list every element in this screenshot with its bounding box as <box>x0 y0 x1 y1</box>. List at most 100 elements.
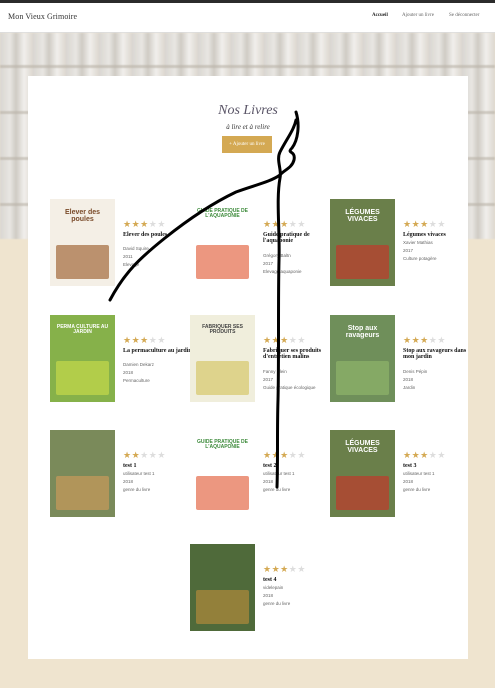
star-icon: ★ <box>263 450 272 460</box>
navbar: Mon Vieux Grimoire Accueil Ajouter un li… <box>0 3 495 33</box>
star-icon: ★ <box>131 219 141 229</box>
book-genre: Elevage <box>123 262 140 267</box>
book-genre: genre du livre <box>263 600 291 606</box>
nav-add-book[interactable]: Ajouter un livre <box>402 13 434 18</box>
star-icon: ★ <box>280 564 289 574</box>
book-card[interactable]: ★★★★★ test 4 videlepain 2018 genre du livre <box>190 544 320 634</box>
book-author: Denis Pépin <box>403 368 428 374</box>
book-genre: genre du livre <box>123 486 151 492</box>
star-icon: ★ <box>157 219 166 229</box>
star-icon: ★ <box>297 450 306 460</box>
star-icon: ★ <box>263 564 272 574</box>
book-genre: Elevage aquaponie <box>263 268 302 274</box>
book-author: Xavier Mathias <box>403 239 433 245</box>
book-title[interactable]: test 3 <box>403 463 473 469</box>
book-author: Damien Dekarz <box>123 362 155 367</box>
star-icon: ★ <box>140 335 149 345</box>
brand-logo[interactable]: Mon Vieux Grimoire <box>8 12 77 21</box>
cover-title: Stop aux ravageurs <box>345 325 380 339</box>
book-author: utilisateur test 1 <box>403 470 435 476</box>
book-card[interactable]: PERMA CULTURE AU JARDIN ★★★★★ La permacult… <box>50 315 192 405</box>
star-icon: ★ <box>280 219 289 229</box>
main-panel: Nos Livres à lire et à relire + Ajouter … <box>28 76 468 659</box>
book-title[interactable]: test 1 <box>123 463 193 469</box>
cover-title: GUIDE PRATIQUE DE L'AQUAPONIE <box>196 439 249 450</box>
cover-title: FABRIQUER SES PRODUITS <box>202 324 243 335</box>
nav-home[interactable]: Accueil <box>372 13 388 18</box>
rating-stars: ★★★★★ <box>403 219 446 230</box>
book-card[interactable]: FABRIQUER SES PRODUITS ★★★★★ Fabriquer ses… <box>190 315 321 405</box>
book-year: 2011 <box>123 254 133 259</box>
star-icon: ★ <box>420 335 429 345</box>
book-title[interactable]: Fabriquer ses produits d'entretien malin… <box>263 348 333 361</box>
book-title[interactable]: Légumes vivaces <box>403 232 473 238</box>
rating-stars: ★★★★★ <box>263 450 306 461</box>
cover-title: Elever des poules <box>64 209 101 223</box>
book-genre: Jardin <box>403 384 416 390</box>
book-author: David Squire <box>123 246 149 251</box>
star-icon: ★ <box>297 219 306 229</box>
book-author: Fanny Blein <box>263 368 287 374</box>
star-icon: ★ <box>157 335 166 345</box>
star-icon: ★ <box>437 335 446 345</box>
star-icon: ★ <box>411 219 421 229</box>
star-icon: ★ <box>420 450 429 460</box>
book-cover-image[interactable]: Elever des poules <box>50 199 115 286</box>
book-card[interactable]: GUIDE PRATIQUE DE L'AQUAPONIE ★★★★★ test 2… <box>190 430 320 520</box>
book-genre: Permaculture <box>123 378 150 383</box>
book-title[interactable]: Elever des poules <box>123 232 193 238</box>
star-icon: ★ <box>123 219 132 229</box>
book-year: 2018 <box>403 478 414 484</box>
book-cover-image[interactable]: GUIDE PRATIQUE DE L'AQUAPONIE <box>190 430 255 517</box>
book-genre: Guide pratique écologique <box>263 384 316 390</box>
star-icon: ★ <box>271 219 281 229</box>
star-icon: ★ <box>403 335 412 345</box>
book-title[interactable]: Guide pratique de l'aquaponie <box>263 232 333 245</box>
star-icon: ★ <box>263 219 272 229</box>
book-cover-image[interactable]: GUIDE PRATIQUE DE L'AQUAPONIE <box>190 199 255 286</box>
star-icon: ★ <box>271 335 281 345</box>
star-icon: ★ <box>140 219 149 229</box>
book-card[interactable]: Stop aux ravageurs ★★★★★ Stop aux ravageur… <box>330 315 466 405</box>
book-title[interactable]: La permaculture au jardin <box>123 348 193 354</box>
book-genre: genre du livre <box>403 486 431 492</box>
add-book-button[interactable]: + Ajouter un livre <box>222 136 272 153</box>
nav-logout[interactable]: Se déconnecter <box>449 13 479 18</box>
book-card[interactable]: LÉGUMES VIVACES ★★★★★ test 3 utilisateur te… <box>330 430 460 520</box>
book-year: 2017 <box>403 247 414 253</box>
book-cover-image[interactable] <box>190 544 255 631</box>
book-cover-image[interactable] <box>50 430 115 517</box>
rating-stars: ★★★★★ <box>263 564 306 575</box>
book-cover-image[interactable]: LÉGUMES VIVACES <box>330 430 395 517</box>
book-year: 2018 <box>403 376 414 382</box>
star-icon: ★ <box>263 335 272 345</box>
book-year: 2018 <box>263 478 274 484</box>
cover-title: GUIDE PRATIQUE DE L'AQUAPONIE <box>196 208 249 219</box>
rating-stars: ★★★★★ <box>403 335 446 346</box>
book-title[interactable]: test 4 <box>263 577 333 583</box>
star-icon: ★ <box>271 564 281 574</box>
book-title[interactable]: Stop aux ravageurs dans mon jardin <box>403 348 473 361</box>
star-icon: ★ <box>140 450 149 460</box>
star-icon: ★ <box>297 335 306 345</box>
star-icon: ★ <box>123 335 132 345</box>
rating-stars: ★★★★★ <box>123 335 166 346</box>
book-card[interactable]: Elever des poules ★★★★★ Elever des poules D… <box>50 199 180 289</box>
book-cover-image[interactable]: LÉGUMES VIVACES <box>330 199 395 286</box>
book-cover-image[interactable]: PERMA CULTURE AU JARDIN <box>50 315 115 402</box>
book-author: utilisateur test 1 <box>123 470 155 476</box>
book-title[interactable]: test 2 <box>263 463 333 469</box>
book-cover-image[interactable]: Stop aux ravageurs <box>330 315 395 402</box>
rating-stars: ★★★★★ <box>123 219 166 230</box>
star-icon: ★ <box>280 450 289 460</box>
book-author: utilisateur test 1 <box>263 470 295 476</box>
cover-title: LÉGUMES VIVACES <box>345 209 380 223</box>
book-card[interactable]: LÉGUMES VIVACES ★★★★★ Légumes vivaces Xavie… <box>330 199 460 289</box>
book-card[interactable]: GUIDE PRATIQUE DE L'AQUAPONIE ★★★★★ Guide … <box>190 199 320 289</box>
book-cover-image[interactable]: FABRIQUER SES PRODUITS <box>190 315 255 402</box>
cover-title: LÉGUMES VIVACES <box>345 440 380 454</box>
book-year: 2018 <box>123 370 134 375</box>
book-author: Grégory Baltn <box>263 252 291 258</box>
book-card[interactable]: ★★★★★ test 1 utilisateur test 1 2018 genre d… <box>50 430 180 520</box>
star-icon: ★ <box>131 335 141 345</box>
